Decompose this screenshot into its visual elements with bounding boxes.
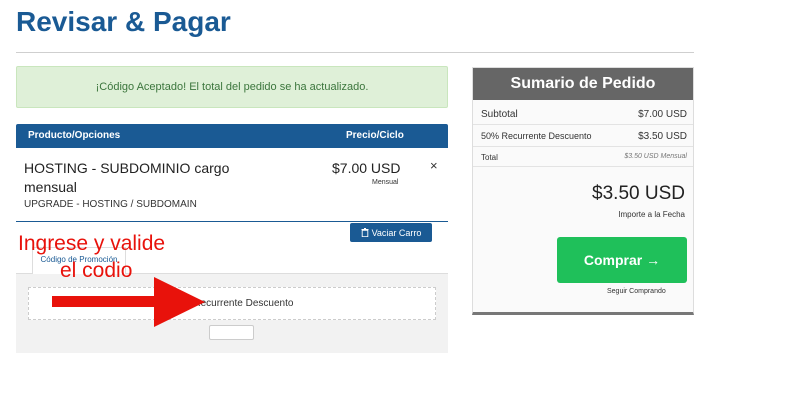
discount-label: 50% Recurrente Descuento — [481, 131, 592, 141]
trash-icon — [361, 228, 369, 237]
amount-due-label: Importe a la Fecha — [618, 210, 685, 219]
item-name: HOSTING - SUBDOMINIO cargo mensual — [24, 160, 230, 195]
summary-discount-row: 50% Recurrente Descuento $3.50 USD — [481, 131, 687, 142]
cart-header: Producto/Opciones Precio/Ciclo — [16, 124, 448, 148]
subtotal-label: Subtotal — [481, 109, 518, 120]
checkout-button[interactable]: Comprar → — [557, 237, 687, 283]
continue-shopping-link[interactable]: Seguir Comprando — [607, 288, 666, 295]
header-product: Producto/Opciones — [28, 130, 121, 141]
cart-item: HOSTING - SUBDOMINIO cargo mensual UPGRA… — [16, 148, 448, 222]
summary-divider — [473, 146, 693, 147]
discount-value: $3.50 USD — [638, 131, 687, 142]
subtotal-value: $7.00 USD — [638, 109, 687, 120]
item-cycle: Mensual — [372, 179, 399, 186]
total-value: $3.50 USD Mensual — [624, 153, 687, 160]
success-alert: ¡Código Aceptado! El total del pedido se… — [16, 66, 448, 108]
header-price: Precio/Ciclo — [346, 130, 404, 141]
amount-due: $3.50 USD — [592, 183, 685, 204]
remove-item-button[interactable]: × — [430, 158, 438, 173]
alert-message: ¡Código Aceptado! El total del pedido se… — [95, 81, 369, 93]
item-group: UPGRADE - HOSTING / SUBDOMAIN — [24, 199, 197, 210]
annotation-arrow — [52, 277, 205, 327]
empty-cart-label: Vaciar Carro — [371, 227, 422, 238]
order-summary: Sumario de Pedido Subtotal $7.00 USD 50%… — [472, 67, 694, 315]
annotation-line-1: Ingrese y valide — [18, 232, 166, 255]
summary-subtotal-row: Subtotal $7.00 USD — [481, 109, 687, 120]
title-divider — [16, 52, 694, 53]
summary-divider — [473, 166, 693, 167]
item-price: $7.00 USD — [332, 160, 401, 176]
page-title: Revisar & Pagar — [16, 6, 231, 37]
promo-remove-button[interactable] — [209, 325, 254, 340]
summary-divider — [473, 124, 693, 125]
summary-total-row: Total $3.50 USD Mensual — [481, 153, 687, 162]
empty-cart-button[interactable]: Vaciar Carro — [350, 223, 432, 242]
total-label: Total — [481, 153, 498, 162]
summary-title: Sumario de Pedido — [473, 68, 693, 100]
